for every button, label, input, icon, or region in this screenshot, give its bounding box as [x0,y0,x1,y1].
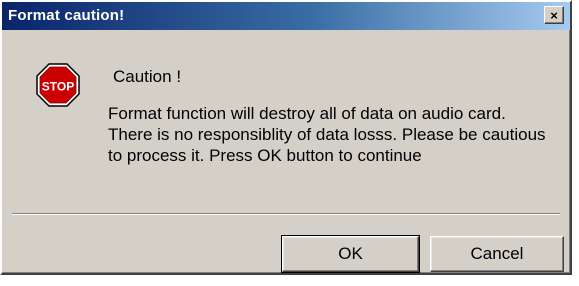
caution-heading: Caution ! [113,67,182,86]
separator [12,213,560,215]
window-title: Format caution! [8,7,125,24]
caution-message: Format function will destroy all of data… [108,104,546,165]
format-caution-dialog: Format caution! × STOP Caution ! Format … [0,0,572,275]
ok-button[interactable]: OK [281,235,420,273]
close-button[interactable]: × [544,6,564,24]
cancel-button[interactable]: Cancel [430,236,564,272]
stop-icon: STOP [36,63,80,107]
title-bar[interactable]: Format caution! × [2,2,570,30]
stop-icon-text: STOP [42,80,74,94]
close-icon: × [550,7,558,23]
